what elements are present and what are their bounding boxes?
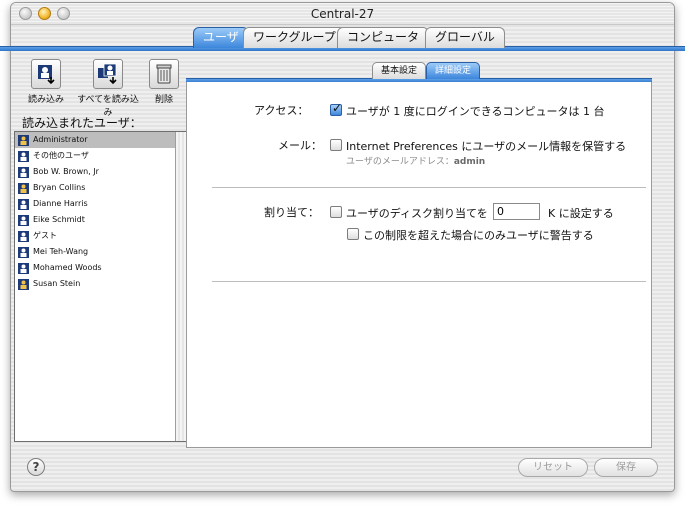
user-list-item[interactable]: Susan Stein (15, 276, 176, 292)
revert-button[interactable]: リセット (518, 458, 588, 477)
user-name: Administrator (33, 135, 88, 144)
quota-warn-checkbox[interactable] (347, 228, 359, 240)
user-name: Mohamed Woods (33, 263, 102, 272)
mail-address-hint: ユーザのメールアドレス：admin (346, 154, 485, 167)
user-icon (18, 214, 29, 226)
user-name: Dianne Harris (33, 199, 88, 208)
window-title: Central-27 (310, 7, 375, 21)
mail-label: メール： (278, 139, 322, 152)
user-list-item[interactable]: Dianne Harris (15, 196, 176, 212)
user-icon (18, 150, 29, 162)
user-list-item[interactable]: Administrator (15, 132, 176, 148)
access-checkbox[interactable] (330, 101, 342, 116)
access-option-label[interactable]: ユーザが 1 度にログインできるコンピュータは 1 台 (346, 103, 605, 119)
user-name: Bob W. Brown, Jr (33, 167, 99, 176)
separator-bottom (212, 281, 646, 282)
help-button[interactable]: ? (27, 458, 45, 476)
main-tab-bar: ユーザ ワークグループ コンピュータ グローバル (0, 25, 685, 51)
admin-user-icon (18, 278, 29, 290)
user-list[interactable]: Administrator その他のユーザ Bob W. Brown, Jr Brya… (14, 131, 191, 442)
title-bar[interactable]: Central-27 (11, 3, 674, 25)
save-button[interactable]: 保存 (594, 458, 658, 477)
quota-label: 割り当て： (264, 206, 319, 219)
user-name: Eike Schmidt (33, 215, 85, 224)
delete-button[interactable]: 削除 (134, 59, 194, 105)
separator-top (212, 187, 646, 188)
tab-computers[interactable]: コンピュータ (337, 27, 430, 48)
quota-checkbox[interactable] (330, 206, 342, 218)
user-name: Susan Stein (33, 279, 81, 288)
user-list-item[interactable]: Eike Schmidt (15, 212, 176, 228)
load-user-icon (31, 59, 61, 89)
sub-tab-bar: 基本設定 詳細設定 (186, 60, 652, 84)
user-icon (18, 246, 29, 258)
user-icon (18, 166, 29, 178)
user-list-item[interactable]: Bryan Collins (15, 180, 176, 196)
loaded-users-label: 読み込まれたユーザ： (22, 116, 142, 130)
mail-address-label: ユーザのメールアドレス： (346, 157, 454, 167)
mail-checkbox[interactable] (330, 139, 342, 151)
tab-workgroups[interactable]: ワークグループ (243, 27, 346, 48)
user-icon (18, 262, 29, 274)
quota-input[interactable] (493, 203, 540, 220)
load-label: 読み込み (27, 95, 64, 105)
user-list-item[interactable]: Mohamed Woods (15, 260, 176, 276)
user-name: その他のユーザ (33, 151, 89, 160)
settings-panel (186, 82, 652, 448)
user-name: ゲスト (33, 231, 57, 240)
user-rows: Administrator その他のユーザ Bob W. Brown, Jr Brya… (15, 132, 190, 292)
user-icon (18, 198, 29, 210)
user-list-item[interactable]: ゲスト (15, 228, 176, 244)
tab-advanced-settings[interactable]: 詳細設定 (426, 62, 481, 79)
mail-option-label[interactable]: Internet Preferences にユーザのメール情報を保管する (346, 138, 626, 154)
quota-warn-option-label[interactable]: この制限を超えた場合にのみユーザに警告する (363, 227, 594, 243)
tab-basic-settings[interactable]: 基本設定 (372, 62, 427, 79)
user-icon (18, 230, 29, 242)
admin-user-icon (18, 134, 29, 146)
tab-users[interactable]: ユーザ (193, 27, 249, 48)
delete-label: 削除 (154, 95, 173, 105)
tab-global[interactable]: グローバル (425, 27, 505, 48)
trash-icon (149, 59, 179, 89)
access-label: アクセス： (254, 104, 309, 117)
user-list-item[interactable]: その他のユーザ (15, 148, 176, 164)
user-name: Mei Teh-Wang (33, 247, 89, 256)
quota-option-label[interactable]: ユーザのディスク割り当てを (346, 205, 488, 221)
user-name: Bryan Collins (33, 183, 86, 192)
load-button[interactable]: 読み込み (16, 59, 76, 105)
user-list-item[interactable]: Mei Teh-Wang (15, 244, 176, 260)
user-list-item[interactable]: Bob W. Brown, Jr (15, 164, 176, 180)
quota-unit-label: K に設定する (548, 207, 614, 220)
mail-address-value: admin (453, 157, 486, 167)
load-all-button[interactable]: すべてを読み込み (74, 59, 142, 118)
admin-user-icon (18, 182, 29, 194)
load-all-users-icon (93, 59, 123, 89)
